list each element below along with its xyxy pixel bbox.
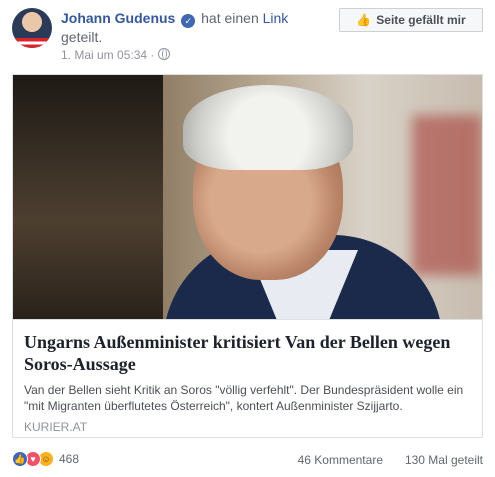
link-preview-image[interactable] <box>13 75 482 319</box>
post-footer: 👍 ♥ ☺ 468 46 Kommentare 130 Mal geteilt <box>12 447 483 471</box>
link-preview-card[interactable]: Ungarns Außenminister kritisiert Van der… <box>12 74 483 438</box>
action-suffix: geteilt. <box>61 29 103 45</box>
link-description: Van der Bellen sieht Kritik an Soros "vö… <box>24 383 464 413</box>
like-page-button[interactable]: 👍 Seite gefällt mir <box>339 8 483 32</box>
shared-link-text[interactable]: Link <box>263 10 289 26</box>
link-source: KURIER.AT <box>24 420 88 434</box>
post-header: Johann Gudenus ✓ hat einen Link geteilt. <box>61 9 331 47</box>
comments-count[interactable]: 46 Kommentare <box>298 453 383 467</box>
image-background-left <box>13 75 163 319</box>
action-prefix: hat einen <box>201 10 259 26</box>
like-page-label: Seite gefällt mir <box>376 13 466 27</box>
post-meta: 1. Mai um 05:34 · <box>61 48 170 62</box>
author-avatar[interactable] <box>12 8 52 48</box>
reactions-summary[interactable]: 👍 ♥ ☺ 468 <box>12 451 79 467</box>
thumbs-up-icon: 👍 <box>356 13 372 27</box>
reaction-count[interactable]: 468 <box>59 452 79 466</box>
like-icon: 👍 <box>12 451 28 467</box>
image-figure-hair <box>183 85 353 170</box>
verified-badge-icon: ✓ <box>181 14 196 28</box>
image-background-right <box>412 115 482 275</box>
shares-count[interactable]: 130 Mal geteilt <box>405 453 483 467</box>
avatar-flag-band <box>14 38 50 48</box>
author-name[interactable]: Johann Gudenus <box>61 10 175 26</box>
globe-icon[interactable] <box>157 48 170 60</box>
post-timestamp[interactable]: 1. Mai um 05:34 <box>61 48 147 62</box>
link-preview-body: Ungarns Außenminister kritisiert Van der… <box>13 319 482 437</box>
link-title[interactable]: Ungarns Außenminister kritisiert Van der… <box>24 331 474 375</box>
meta-separator: · <box>150 48 155 62</box>
